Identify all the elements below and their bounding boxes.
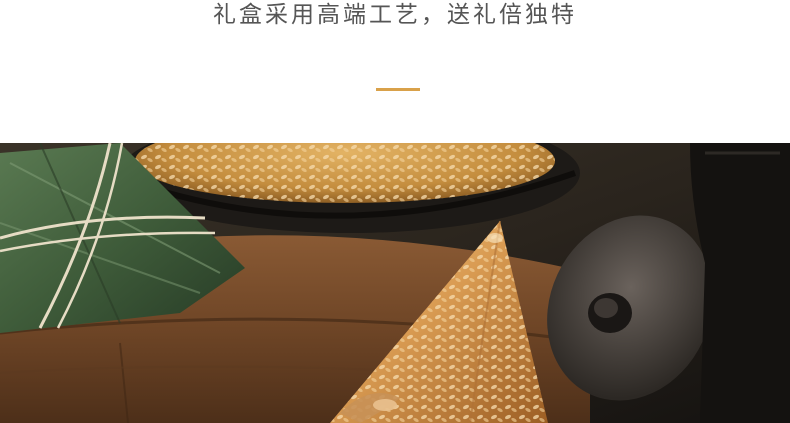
accent-divider bbox=[376, 88, 420, 91]
section-headline: 礼盒采用高端工艺，送礼倍独特 bbox=[213, 2, 577, 28]
zongzi-photo-illustration bbox=[0, 143, 790, 423]
product-detail-section: 礼盒采用高端工艺，送礼倍独特 bbox=[0, 0, 790, 423]
product-photo bbox=[0, 143, 790, 423]
